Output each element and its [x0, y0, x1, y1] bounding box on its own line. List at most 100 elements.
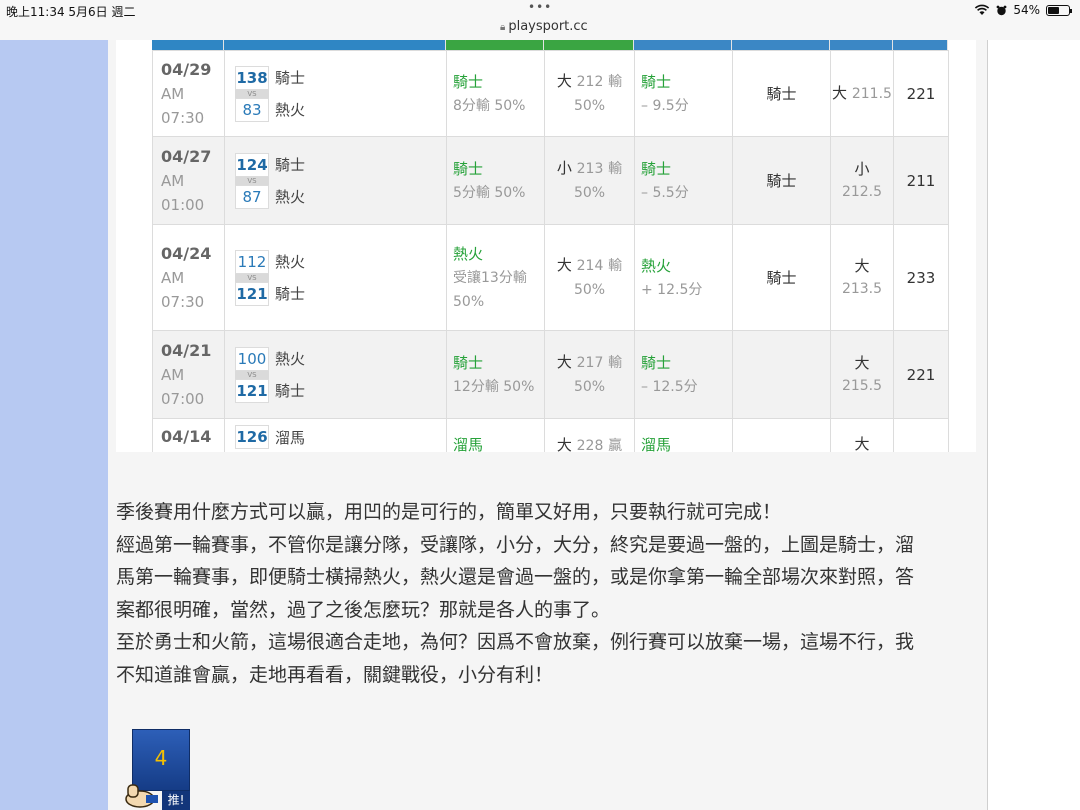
game-table-image: 04/29 AM 07:30 138 騎士 VS 83 熱火 騎士 8分輸 50%: [116, 40, 976, 452]
pick-detail: 受讓13分輸 50%: [453, 269, 527, 310]
ou-direction: 大: [556, 353, 572, 371]
home-team[interactable]: 熱火: [275, 186, 305, 207]
article-line: 至於勇士和火箭，這場很適合走地，為何？因爲不會放棄，例行賽可以放棄一場，這場不行…: [116, 631, 915, 653]
home-team[interactable]: 騎士: [275, 380, 305, 401]
ou-percent: 50%: [573, 98, 606, 114]
final-score-cell: 211: [893, 136, 949, 225]
status-indicators: 54%: [974, 3, 1072, 17]
teams-cell: 126 溜馬: [224, 418, 447, 452]
away-team[interactable]: 溜馬: [275, 427, 305, 448]
vs-divider: VS: [235, 273, 269, 282]
spread-team: 騎士: [641, 72, 672, 91]
spread-cell: 騎士 – 5.5分: [634, 136, 733, 225]
away-score: 138: [235, 65, 269, 90]
pick-cell: 溜馬: [446, 418, 545, 452]
ou-line: 213: [576, 161, 604, 177]
spread-cell: 騎士 – 12.5分: [634, 330, 733, 419]
pick-cell: 騎士 12分輸 50%: [446, 330, 545, 419]
total-cell: 小 212.5: [830, 136, 894, 225]
away-score: 124: [235, 152, 269, 177]
ou-tag: 贏: [608, 438, 623, 452]
spread-value: – 12.5分: [641, 378, 698, 395]
teams-cell: 100 熱火 VS 121 騎士: [224, 330, 447, 419]
game-time: 07:30: [161, 292, 205, 311]
ou-line: 228: [576, 438, 604, 452]
away-score: 126: [235, 425, 269, 449]
ou-cell: 大 212 輸 50%: [544, 50, 635, 137]
ou-percent: 50%: [573, 379, 606, 395]
total-cell: 大 213.5: [830, 224, 894, 331]
total-direction: 大: [854, 256, 870, 275]
total-direction: 大: [854, 353, 870, 372]
pick-cell: 騎士 5分輸 50%: [446, 136, 545, 225]
away-team[interactable]: 騎士: [275, 67, 305, 88]
game-date-cell: 04/24 AM 07:30: [152, 224, 225, 331]
table-row: 04/14 126 溜馬 溜馬 大 228 贏 溜馬 大: [152, 418, 949, 452]
total-direction: 大: [854, 435, 870, 452]
alarm-icon: [996, 5, 1007, 15]
games-table: 04/29 AM 07:30 138 騎士 VS 83 熱火 騎士 8分輸 50%: [152, 50, 949, 452]
game-time: 07:00: [161, 389, 205, 408]
vs-divider: VS: [235, 370, 269, 379]
game-time: 01:00: [161, 195, 205, 214]
status-time: 晚上11:34 5月6日 週二: [6, 5, 136, 19]
home-team[interactable]: 騎士: [275, 283, 305, 304]
pick-detail: 8分輸 50%: [453, 97, 526, 114]
spread-team: 熱火: [641, 256, 672, 275]
away-team[interactable]: 熱火: [275, 251, 305, 272]
pick-team: 溜馬: [453, 436, 484, 452]
tab-dots-handle[interactable]: •••: [528, 0, 552, 14]
ou-line: 214: [576, 258, 604, 274]
total-direction: 小: [854, 159, 870, 178]
battery-icon: [1046, 4, 1072, 16]
result-cell: [732, 418, 831, 452]
battery-fill: [1048, 6, 1059, 14]
spread-value: – 9.5分: [641, 97, 689, 114]
ou-tag: 輸: [608, 74, 623, 90]
game-ampm: AM: [161, 365, 185, 384]
spread-team: 騎士: [641, 159, 672, 178]
away-team[interactable]: 熱火: [275, 348, 305, 369]
total-line: 213.5: [841, 280, 883, 297]
address-bar[interactable]: 🔒︎ playsport.cc: [500, 19, 588, 34]
ou-cell: 大 217 輸 50%: [544, 330, 635, 419]
ou-line: 212: [576, 74, 604, 90]
game-ampm: AM: [161, 268, 185, 287]
spread-team: 溜馬: [641, 436, 672, 452]
game-ampm: AM: [161, 171, 185, 190]
pick-team: 騎士: [453, 353, 484, 372]
spread-value: + 12.5分: [641, 281, 703, 298]
vs-divider: VS: [235, 89, 269, 98]
result-cell: 騎士: [732, 224, 831, 331]
like-button[interactable]: 4 推!: [125, 729, 190, 810]
home-score: 87: [235, 184, 269, 209]
spread-cell: 騎士 – 9.5分: [634, 50, 733, 137]
table-row: 04/21 AM 07:00 100 熱火 VS 121 騎士 騎士 12分輸 50…: [152, 330, 949, 419]
total-cell: 大 215.5: [830, 330, 894, 419]
lock-icon: 🔒︎: [500, 22, 506, 33]
ou-cell: 大 228 贏: [544, 418, 635, 452]
table-header-strip: [152, 40, 956, 50]
home-team[interactable]: 熱火: [275, 99, 305, 120]
game-date: 04/27: [161, 146, 212, 166]
game-date: 04/24: [161, 243, 212, 263]
spread-cell: 溜馬: [634, 418, 733, 452]
status-bar: 晚上11:34 5月6日 週二 ••• 🔒︎ playsport.cc 54%: [0, 0, 1080, 40]
teams-cell: 112 熱火 VS 121 騎士: [224, 224, 447, 331]
table-row: 04/27 AM 01:00 124 騎士 VS 87 熱火 騎士 5分輸 50%: [152, 136, 949, 225]
article-line: 不知道誰會贏，走地再看看，關鍵戰役，小分有利！: [116, 663, 554, 686]
result-cell: [732, 330, 831, 419]
like-label: 推!: [162, 791, 190, 810]
ou-cell: 大 214 輸 50%: [544, 224, 635, 331]
total-cell: 大: [830, 418, 894, 452]
result-cell: 騎士: [732, 50, 831, 137]
article-line: 馬第一輪賽事，即便騎士橫掃熱火，熱火還是會過一盤的，或是你拿第一輪全部場次來對照…: [116, 566, 915, 588]
away-team[interactable]: 騎士: [275, 154, 305, 175]
teams-cell: 138 騎士 VS 83 熱火: [224, 50, 447, 137]
left-sidebar-band: [0, 40, 108, 810]
total-cell: 大 211.5: [830, 50, 894, 137]
teams-cell: 124 騎士 VS 87 熱火: [224, 136, 447, 225]
ou-direction: 大: [556, 256, 572, 274]
article-content: 04/29 AM 07:30 138 騎士 VS 83 熱火 騎士 8分輸 50%: [108, 40, 988, 810]
ou-direction: 小: [556, 159, 572, 177]
